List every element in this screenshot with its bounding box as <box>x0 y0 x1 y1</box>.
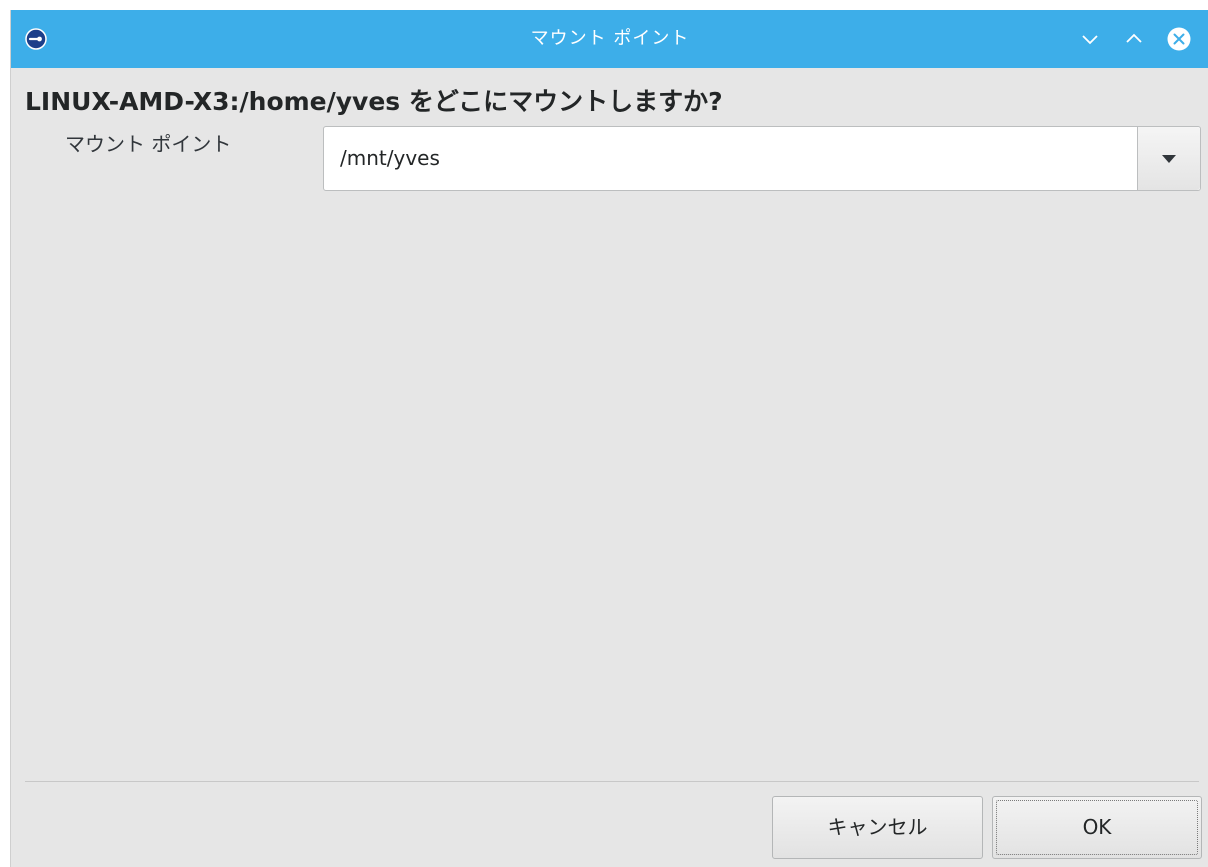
button-separator <box>25 781 1199 782</box>
chevron-down-icon <box>1082 35 1098 45</box>
window-title: マウント ポイント <box>530 28 690 49</box>
mount-point-value[interactable]: /mnt/yves <box>340 127 440 190</box>
mount-question-heading: LINUX-AMD-X3:/home/yves をどこにマウントしますか? <box>25 87 723 116</box>
triangle-down-icon <box>1162 155 1176 163</box>
ok-button-label: OK <box>1082 815 1112 839</box>
maximize-button[interactable] <box>1122 27 1146 51</box>
mount-point-label: マウント ポイント <box>65 132 232 156</box>
mount-point-combobox[interactable]: /mnt/yves <box>323 126 1201 191</box>
dialog-window: マウント ポイント LINUX-AMD-X3:/home/yves をどこにマウ… <box>10 10 1208 867</box>
ok-button[interactable]: OK <box>992 796 1202 859</box>
close-circle-icon <box>1167 27 1191 51</box>
close-button[interactable] <box>1167 27 1191 51</box>
cancel-button[interactable]: キャンセル <box>772 796 983 859</box>
minimize-button[interactable] <box>1078 27 1102 51</box>
dropdown-button[interactable] <box>1137 127 1200 190</box>
title-bar[interactable]: マウント ポイント <box>11 10 1208 68</box>
chevron-up-icon <box>1126 33 1142 43</box>
